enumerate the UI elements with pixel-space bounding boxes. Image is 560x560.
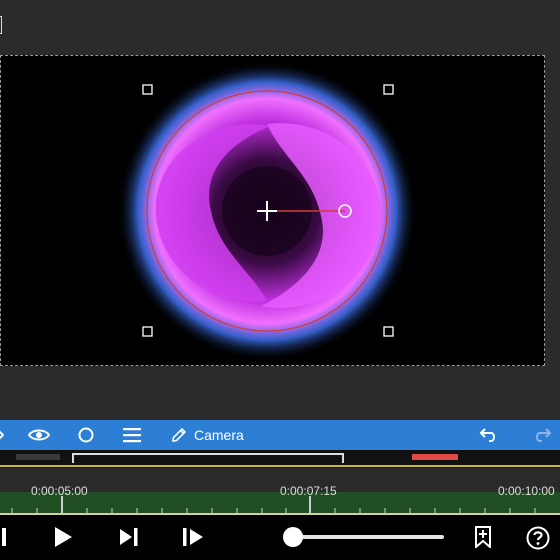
menu-icon[interactable]: [120, 420, 144, 450]
scrubber-thumb[interactable]: [283, 527, 303, 547]
toolbar: Camera: [0, 420, 560, 450]
corner-handle-tl[interactable]: [142, 84, 153, 95]
ruler-ticks: [11, 496, 536, 514]
skip-start-icon[interactable]: [0, 527, 10, 547]
top-bar: [0, 0, 560, 55]
playback-scrubber[interactable]: [292, 535, 444, 539]
corner-handle-bl[interactable]: [142, 326, 153, 337]
strip-divider: [0, 465, 560, 467]
workspace-background: [0, 366, 560, 420]
pencil-icon: [170, 426, 188, 444]
visible-range[interactable]: [72, 453, 344, 463]
help-icon[interactable]: [524, 524, 552, 552]
toolbar-overflow-icon[interactable]: [0, 420, 6, 450]
effect-preview: [117, 61, 417, 361]
redo-icon: [531, 420, 555, 450]
camera-label: Camera: [194, 427, 244, 443]
keyframe-marker[interactable]: [412, 454, 458, 460]
clip-segment[interactable]: [16, 454, 60, 460]
canvas-stage[interactable]: [0, 55, 545, 366]
undo-icon[interactable]: [476, 420, 500, 450]
corner-handle-br[interactable]: [383, 326, 394, 337]
corner-handle-tr[interactable]: [383, 84, 394, 95]
resize-handle-icon[interactable]: [0, 16, 2, 34]
play-icon[interactable]: [50, 524, 76, 550]
camera-button[interactable]: Camera: [170, 420, 250, 450]
next-frame-icon[interactable]: [116, 526, 142, 548]
play-from-icon[interactable]: [180, 526, 208, 548]
eye-icon[interactable]: [26, 420, 52, 450]
circle-icon[interactable]: [74, 420, 98, 450]
bookmark-icon[interactable]: [470, 524, 496, 550]
